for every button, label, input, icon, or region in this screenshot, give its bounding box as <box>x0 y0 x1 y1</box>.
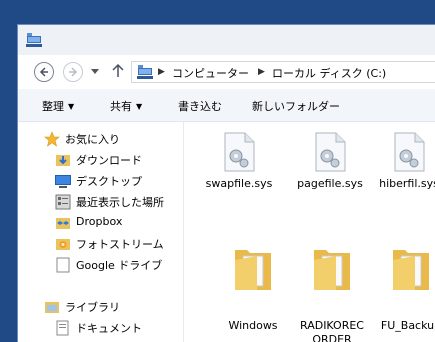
organize-button[interactable]: 整理 ▼ <box>42 98 74 114</box>
sidebar-item-label: Dropbox <box>76 215 123 228</box>
file-item-pagefile[interactable]: pagefile.sys <box>295 132 365 207</box>
organize-label: 整理 <box>42 100 64 113</box>
folder-name: FU_Backup <box>380 319 435 332</box>
sidebar-item-label: 最近表示した場所 <box>76 196 164 209</box>
chevron-down-icon: ▼ <box>136 102 143 111</box>
sidebar-item-label: ダウンロード <box>76 154 142 167</box>
folder-icon <box>235 250 271 290</box>
forward-arrow-icon <box>69 67 78 77</box>
file-item-swapfile[interactable]: swapfile.sys <box>204 132 274 207</box>
google-drive-icon <box>56 257 70 273</box>
burn-button[interactable]: 書き込む <box>178 98 222 114</box>
file-item-hiberfil[interactable]: hiberfil.sys <box>374 132 435 207</box>
recent-locations-dropdown-icon[interactable] <box>91 69 99 75</box>
star-icon <box>44 131 60 147</box>
favorites-label: お気に入り <box>65 133 120 146</box>
dropbox-icon <box>56 218 70 229</box>
folder-icon <box>314 250 350 290</box>
documents-icon <box>56 320 69 336</box>
system-file-icon <box>224 132 255 172</box>
photostream-icon <box>56 239 70 250</box>
title-bar[interactable] <box>18 25 435 55</box>
folder-item-radikorecorder[interactable]: RADIKORECORDER <box>297 244 367 342</box>
computer-icon <box>26 33 42 47</box>
libraries-label: ライブラリ <box>65 301 120 314</box>
sidebar-item-label: ドキュメント <box>76 322 142 335</box>
breadcrumb-separator-icon[interactable]: ▶ <box>158 67 165 77</box>
folder-icon <box>393 250 429 290</box>
navigation-pane: お気に入り ダウンロード デスクトップ 最近表示した場所 Dropbox フォト… <box>18 122 184 342</box>
desktop-icon <box>55 175 71 188</box>
address-field[interactable]: ▶ コンピューター ▶ ローカル ディスク (C:) <box>131 61 435 83</box>
file-name: hiberfil.sys <box>379 177 435 190</box>
folder-name: Windows <box>228 319 278 332</box>
share-button[interactable]: 共有 ▼ <box>110 98 142 114</box>
breadcrumb-computer[interactable]: コンピューター <box>172 65 249 81</box>
back-arrow-icon <box>39 67 48 77</box>
system-file-icon <box>315 132 346 172</box>
new-folder-button[interactable]: 新しいフォルダー <box>252 98 340 114</box>
sidebar-item-label: フォトストリーム <box>76 238 164 251</box>
library-icon <box>45 302 59 313</box>
folder-item-windows[interactable]: Windows <box>218 244 288 339</box>
download-folder-icon <box>56 155 70 166</box>
sidebar-item-label: Google ドライブ <box>76 259 163 272</box>
folder-name: RADIKORECORDER <box>300 319 364 342</box>
computer-icon <box>137 65 153 79</box>
file-name: pagefile.sys <box>297 177 363 190</box>
breadcrumb-local-disk[interactable]: ローカル ディスク (C:) <box>272 65 386 81</box>
forward-button[interactable] <box>63 62 83 82</box>
system-file-icon <box>394 132 425 172</box>
share-label: 共有 <box>110 100 132 113</box>
file-name: swapfile.sys <box>205 177 273 190</box>
up-arrow-icon[interactable] <box>112 64 124 78</box>
explorer-window: ▶ コンピューター ▶ ローカル ディスク (C:) 整理 ▼ 共有 ▼ 書き込む … <box>17 24 435 342</box>
address-bar: ▶ コンピューター ▶ ローカル ディスク (C:) <box>18 55 435 89</box>
chevron-down-icon: ▼ <box>68 102 75 111</box>
command-bar: 整理 ▼ 共有 ▼ 書き込む 新しいフォルダー <box>18 89 435 122</box>
back-button[interactable] <box>34 62 54 82</box>
breadcrumb-separator-icon[interactable]: ▶ <box>258 67 265 77</box>
recent-places-icon <box>55 194 71 210</box>
file-list: swapfile.sys pagefile.sys hiberfil.sys W… <box>184 122 435 342</box>
folder-item-fu-backup[interactable]: FU_Backup <box>376 244 435 339</box>
sidebar-item-label: デスクトップ <box>76 175 142 188</box>
